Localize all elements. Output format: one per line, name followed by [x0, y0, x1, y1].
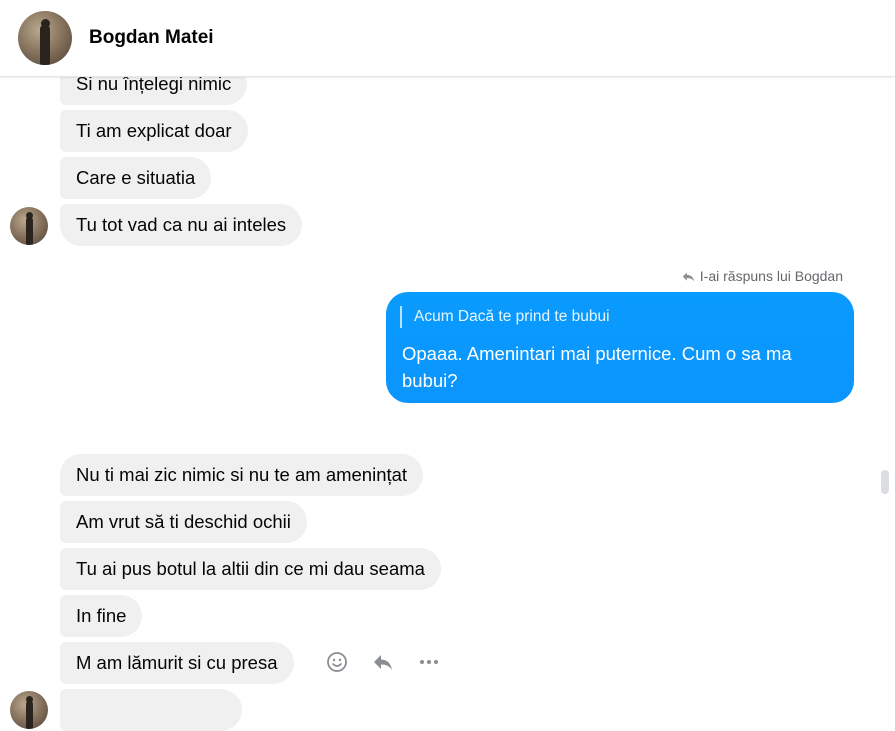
message-bubble[interactable]: Tu tot vad ca nu ai inteles	[60, 204, 303, 246]
quoted-message-text: Acum Dacă te prind te bubui	[414, 308, 610, 325]
message-bubble[interactable]: M am lămurit si cu presa	[60, 642, 294, 684]
message-bubble[interactable]: In fine	[60, 595, 143, 637]
scrollbar-thumb[interactable]	[881, 470, 889, 494]
reply-button[interactable]	[371, 650, 395, 674]
message-text: Ti am explicat doar	[76, 120, 232, 141]
message-bubble[interactable]: Am vrut să ti deschid ochii	[60, 501, 307, 543]
message-text: Nu ti mai zic nimic si nu te am amenința…	[76, 464, 408, 485]
message-text: Tu tot vad ca nu ai inteles	[76, 214, 287, 235]
message-text: In fine	[76, 605, 127, 626]
more-dots-icon	[420, 660, 438, 664]
message-bubble[interactable]: Nu ti mai zic nimic si nu te am amenința…	[60, 454, 424, 496]
outgoing-message-text: Opaaa. Amenintari mai puternice. Cum o s…	[402, 343, 792, 391]
message-actions	[325, 650, 441, 674]
contact-avatar[interactable]	[10, 207, 48, 245]
contact-avatar[interactable]	[10, 691, 48, 729]
react-button[interactable]	[325, 650, 349, 674]
message-bubble[interactable]: Care e situatia	[60, 157, 212, 199]
message-text: Tu ai pus botul la altii din ce mi dau s…	[76, 558, 425, 579]
reply-arrow-icon	[682, 271, 694, 281]
message-bubble[interactable]	[60, 689, 242, 731]
reply-indicator-text: I-ai răspuns lui Bogdan	[699, 268, 843, 284]
quoted-message[interactable]: Acum Dacă te prind te bubui	[400, 306, 610, 328]
message-bubble[interactable]: Ti am explicat doar	[60, 110, 248, 152]
more-options-button[interactable]	[417, 650, 441, 674]
contact-avatar[interactable]	[18, 11, 72, 65]
reply-indicator: I-ai răspuns lui Bogdan	[682, 268, 843, 284]
message-text: M am lămurit si cu presa	[76, 652, 278, 673]
message-bubble[interactable]: Tu ai pus botul la altii din ce mi dau s…	[60, 548, 441, 590]
conversation-header: Bogdan Matei	[0, 0, 895, 77]
contact-name[interactable]: Bogdan Matei	[89, 27, 214, 49]
message-text: Care e situatia	[76, 167, 196, 188]
message-thread: Si nu înțelegi nimic Ti am explicat doar…	[0, 0, 895, 731]
message-text: Am vrut să ti deschid ochii	[76, 511, 291, 532]
smiley-icon	[327, 652, 347, 672]
outgoing-message-bubble[interactable]: Acum Dacă te prind te bubui Opaaa. Ameni…	[386, 292, 854, 403]
reply-arrow-icon	[374, 655, 392, 670]
